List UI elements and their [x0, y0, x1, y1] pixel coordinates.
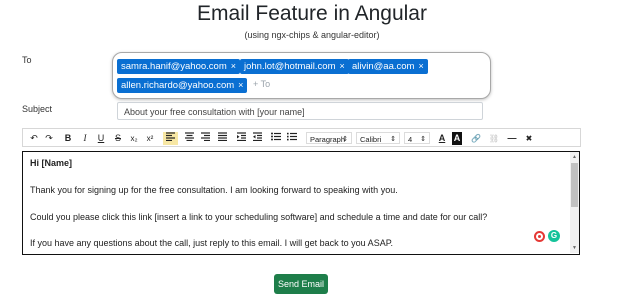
to-label: To — [22, 55, 32, 65]
align-center-icon — [184, 132, 194, 142]
recipient-email: john.lot@hotmail.com — [244, 61, 336, 72]
body-paragraph: If you have any questions about the call… — [30, 238, 394, 248]
close-icon[interactable]: × — [340, 61, 345, 71]
subject-label: Subject — [22, 104, 53, 114]
font-size-value: 4 — [408, 135, 413, 144]
body-greeting: Hi [Name] — [30, 158, 73, 168]
scroll-up-icon[interactable]: ▲ — [572, 154, 577, 160]
body-paragraph: Thank you for signing up for the free co… — [30, 185, 398, 195]
background-color-button[interactable]: A — [452, 132, 462, 145]
strikethrough-button[interactable]: S — [112, 132, 124, 145]
grammarly-icon[interactable]: G — [548, 230, 560, 242]
link-icon[interactable]: 🔗 — [470, 132, 482, 145]
horizontal-rule-button[interactable]: — — [506, 132, 518, 145]
align-left-button[interactable] — [163, 132, 178, 145]
grammar-extension-dot — [538, 235, 541, 238]
subscript-button[interactable]: x₂ — [128, 132, 140, 145]
text-color-button[interactable]: A — [436, 132, 448, 145]
bulleted-list-button[interactable] — [270, 132, 282, 145]
recipient-chip[interactable]: samra.hanif@yahoo.com × — [117, 59, 241, 74]
numbered-list-icon — [287, 132, 297, 141]
select-arrow-icon: ⇕ — [420, 136, 426, 143]
undo-icon[interactable]: ↶ — [28, 132, 40, 145]
grammar-extension-icon[interactable] — [534, 231, 545, 242]
outdent-button[interactable] — [251, 132, 263, 145]
paragraph-select[interactable]: Paragraph ⇕ — [306, 132, 352, 144]
recipient-email: alivin@aa.com — [352, 61, 415, 72]
align-right-button[interactable] — [199, 132, 211, 145]
numbered-list-button[interactable] — [286, 132, 298, 145]
outdent-icon — [252, 132, 262, 142]
underline-button[interactable]: U — [95, 132, 107, 145]
select-arrow-icon: ⇕ — [390, 136, 396, 143]
align-right-icon — [200, 132, 210, 142]
font-size-select[interactable]: 4 ⇕ — [404, 132, 430, 144]
page-title: Email Feature in Angular — [197, 2, 427, 25]
recipient-email: samra.hanif@yahoo.com — [121, 61, 227, 72]
font-value: Calibri — [360, 135, 382, 144]
subject-field[interactable]: About your free consultation with [your … — [117, 102, 483, 120]
close-icon[interactable]: × — [418, 61, 423, 71]
email-body-editor[interactable]: Hi [Name] Thank you for signing up for t… — [22, 151, 580, 255]
align-center-button[interactable] — [183, 132, 195, 145]
editor-toolbar: ↶ ↷ B I U S x₂ x² Paragraph ⇕ Calibri ⇕ 4 ⇕… — [22, 128, 581, 147]
recipient-chip[interactable]: alivin@aa.com × — [348, 59, 428, 74]
recipient-chip[interactable]: allen.richardo@yahoo.com × — [117, 78, 248, 93]
align-left-icon — [166, 132, 175, 142]
scrollbar-thumb[interactable] — [571, 163, 578, 207]
body-paragraph: Could you please click this link [insert… — [30, 212, 488, 222]
select-arrow-icon: ⇕ — [342, 136, 348, 143]
page-subtitle: (using ngx-chips & angular-editor) — [244, 30, 380, 40]
recipient-chip[interactable]: john.lot@hotmail.com × — [240, 59, 349, 74]
recipients-input[interactable]: samra.hanif@yahoo.com × john.lot@hotmail.… — [112, 52, 491, 99]
clear-formatting-button[interactable]: ✖ — [523, 132, 535, 145]
indent-button[interactable] — [235, 132, 247, 145]
superscript-button[interactable]: x² — [144, 132, 156, 145]
scroll-down-icon[interactable]: ▼ — [572, 245, 577, 251]
recipient-email: allen.richardo@yahoo.com — [121, 80, 235, 91]
editor-scrollbar[interactable]: ▲ ▼ — [570, 152, 579, 253]
paragraph-value: Paragraph — [310, 135, 346, 144]
add-recipient-input[interactable]: + To — [253, 79, 270, 89]
font-select[interactable]: Calibri ⇕ — [356, 132, 400, 144]
send-email-button[interactable]: Send Email — [274, 274, 328, 294]
justify-button[interactable] — [216, 132, 228, 145]
bulleted-list-icon — [271, 132, 281, 141]
italic-button[interactable]: I — [79, 132, 91, 145]
justify-icon — [217, 132, 227, 142]
bold-button[interactable]: B — [62, 132, 74, 145]
close-icon[interactable]: × — [238, 80, 243, 90]
close-icon[interactable]: × — [231, 61, 236, 71]
unlink-icon[interactable]: ⛓ — [488, 132, 500, 145]
indent-icon — [236, 132, 246, 142]
redo-icon[interactable]: ↷ — [43, 132, 55, 145]
